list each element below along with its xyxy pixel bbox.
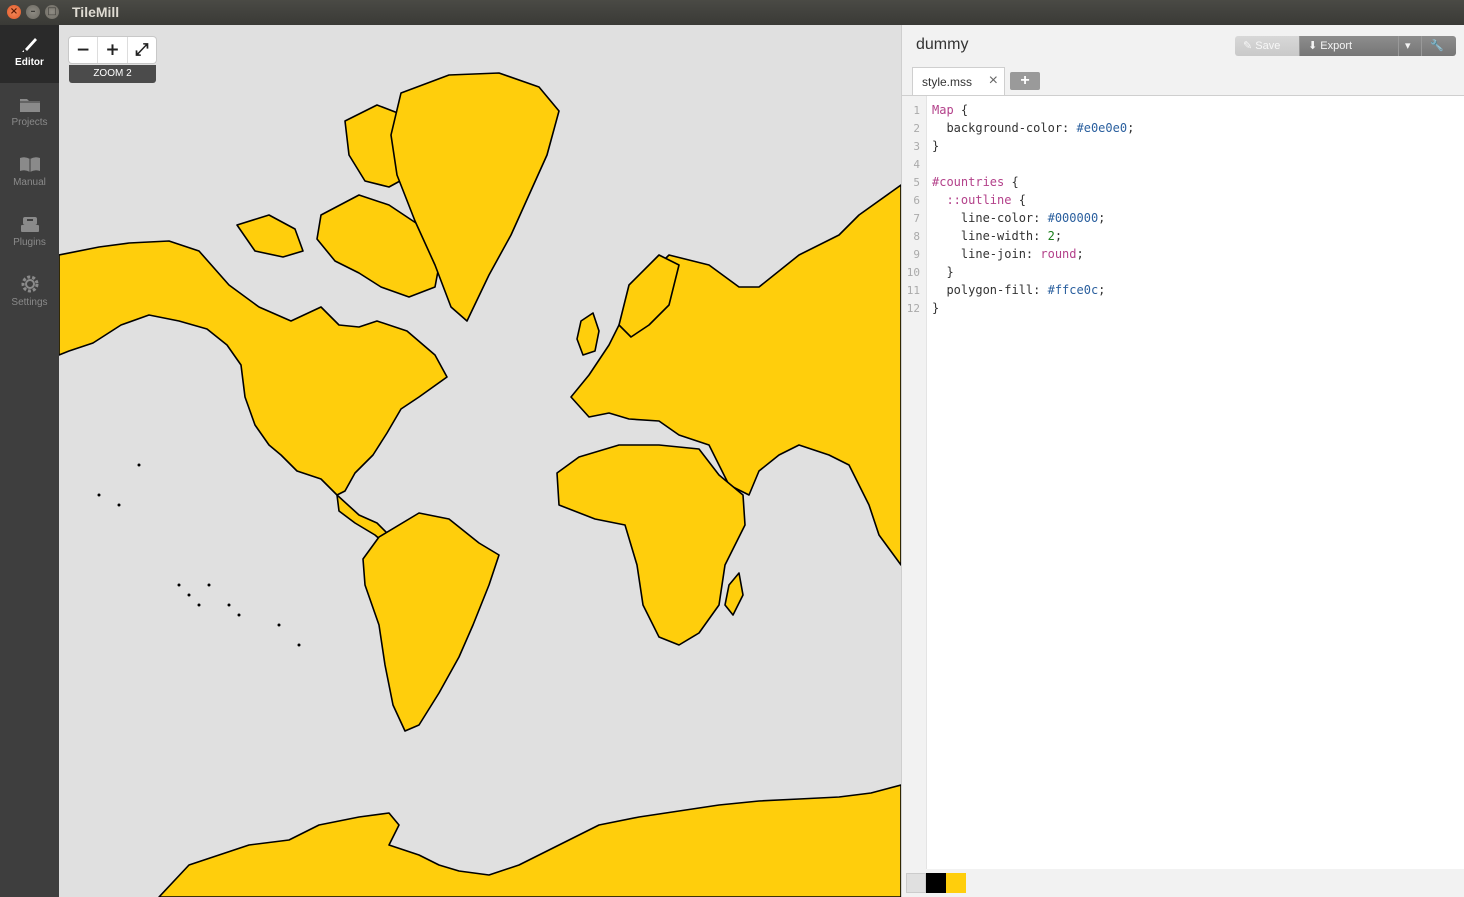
swatch-outline[interactable] <box>926 873 946 893</box>
folder-icon <box>19 99 40 112</box>
code-line: 8 line-width: 2; <box>913 229 1063 243</box>
pencil-icon: ✎ <box>1243 40 1253 52</box>
zoom-control: − + ⤢ ZOOM 2 <box>69 37 156 83</box>
code-editor[interactable]: 1 Map { 2 background-color: #e0e0e0; 3} 4… <box>902 95 1464 869</box>
landmass-madagascar <box>724 572 744 616</box>
swatch-fill[interactable] <box>946 873 966 893</box>
settings-button[interactable]: 🔧 <box>1422 36 1456 56</box>
sidebar-item-plugins[interactable]: Plugins <box>0 205 59 263</box>
gear-icon <box>21 275 38 293</box>
window-minimize-button[interactable]: – <box>26 5 40 19</box>
window-close-button[interactable]: × <box>7 5 21 19</box>
landmass-south-america <box>362 512 500 732</box>
book-icon <box>19 157 40 172</box>
tab-style-mss[interactable]: style.mss × <box>912 67 1005 97</box>
add-tab-button[interactable]: + <box>1010 72 1040 90</box>
sidebar: Editor Projects Manual Plugins Settings <box>0 25 59 897</box>
export-dropdown-button[interactable]: ▾ <box>1399 36 1422 56</box>
sidebar-item-settings[interactable]: Settings <box>0 265 59 323</box>
landmass-ellesmere <box>236 214 304 258</box>
window-titlebar: × – □ TileMill <box>0 0 1464 25</box>
caret-down-icon: ▾ <box>1405 40 1411 52</box>
export-label: Export <box>1320 40 1353 52</box>
sidebar-item-label: Editor <box>15 57 44 68</box>
code-line: 11 polygon-fill: #ffce0c; <box>906 283 1106 297</box>
landmass-africa <box>556 444 746 646</box>
color-palette <box>906 873 966 893</box>
editor-toolbar: ✎ Save ⬇ Export ▾ 🔧 <box>1235 36 1456 56</box>
tab-label: style.mss <box>922 75 973 89</box>
plugin-icon <box>20 217 39 232</box>
window-title: TileMill <box>72 4 120 20</box>
sidebar-item-label: Plugins <box>13 237 46 248</box>
pencil-icon <box>21 38 37 52</box>
close-icon[interactable]: × <box>989 72 998 90</box>
export-button[interactable]: ⬇ Export <box>1300 36 1399 56</box>
landmass-antarctica <box>158 784 901 897</box>
code-line: 10 } <box>906 265 954 279</box>
code-line: 9 line-join: round; <box>913 247 1084 261</box>
window-maximize-button[interactable]: □ <box>45 5 59 19</box>
world-map <box>59 72 901 897</box>
editor-panel: dummy ✎ Save ⬇ Export ▾ 🔧 style.mss × + … <box>901 25 1464 897</box>
sidebar-item-projects[interactable]: Projects <box>0 85 59 143</box>
code-line: 4 <box>913 158 920 171</box>
code-line: 1 Map { <box>913 103 969 117</box>
landmass-uk <box>576 312 600 356</box>
save-button[interactable]: ✎ Save <box>1235 36 1300 56</box>
zoom-out-button[interactable]: − <box>69 37 99 63</box>
code-line: 3} <box>913 139 940 153</box>
map-view[interactable]: − + ⤢ ZOOM 2 A { } <box>59 25 901 897</box>
swatch-background[interactable] <box>906 873 926 893</box>
download-icon: ⬇ <box>1308 40 1318 52</box>
fullscreen-button[interactable]: ⤢ <box>128 37 156 63</box>
sidebar-item-label: Manual <box>13 177 46 188</box>
code-line: 5 #countries { <box>913 175 1019 189</box>
wrench-icon: 🔧 <box>1430 40 1444 52</box>
sidebar-item-label: Projects <box>11 117 48 128</box>
pacific-islands <box>97 463 301 647</box>
sidebar-item-label: Settings <box>11 297 48 308</box>
code-line: 6 ::outline { <box>913 193 1026 207</box>
zoom-in-button[interactable]: + <box>98 37 128 63</box>
code-line: 12} <box>906 301 940 315</box>
sidebar-item-manual[interactable]: Manual <box>0 145 59 203</box>
project-title: dummy <box>916 36 969 53</box>
zoom-level-label: ZOOM 2 <box>69 65 156 83</box>
code-line: 2 background-color: #e0e0e0; <box>913 121 1135 135</box>
code-line: 7 line-color: #000000; <box>913 211 1106 225</box>
save-label: Save <box>1255 40 1281 52</box>
sidebar-item-editor[interactable]: Editor <box>0 25 59 83</box>
